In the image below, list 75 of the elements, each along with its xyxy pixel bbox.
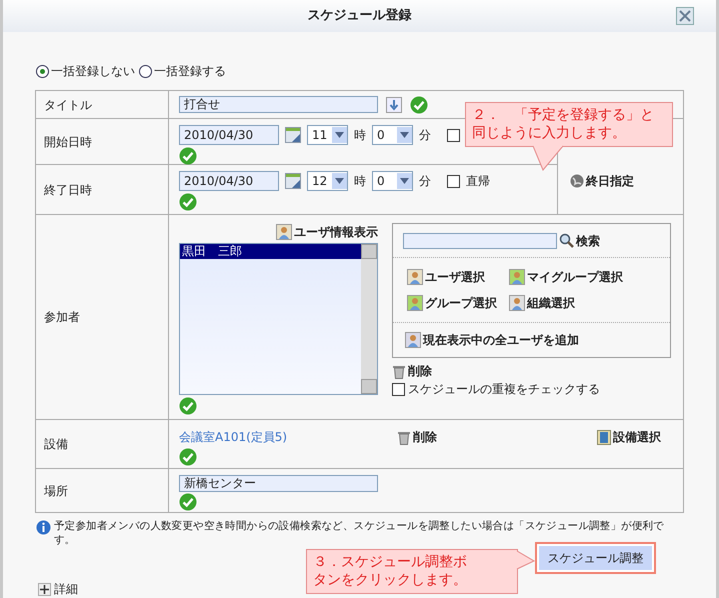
- date-field[interactable]: 2010/04/30: [179, 171, 279, 191]
- radio-button[interactable]: [36, 64, 49, 78]
- caret-icon: [400, 132, 409, 138]
- field-label: タイトル: [44, 96, 92, 114]
- check-icon: [410, 96, 428, 114]
- user-icon: [407, 295, 423, 311]
- window-title: スケジュール登録: [308, 7, 412, 26]
- title-field[interactable]: 打合せ: [179, 96, 378, 113]
- select-button[interactable]: 組織選択: [509, 294, 623, 312]
- callout-tail: [516, 551, 536, 571]
- minute-select[interactable]: 0: [372, 125, 413, 145]
- user-icon: [405, 332, 421, 348]
- minute-select[interactable]: 0: [372, 171, 413, 191]
- checkbox[interactable]: [447, 174, 460, 188]
- select-button[interactable]: ユーザ選択: [407, 268, 497, 286]
- all-day-button[interactable]: 終日指定: [570, 172, 634, 190]
- minute-label: 分: [419, 127, 431, 144]
- field-label: 場所: [44, 482, 68, 500]
- info-icon: [36, 520, 51, 535]
- add-all-users-button[interactable]: 現在表示中の全ユーザを追加: [405, 331, 579, 349]
- trash-icon: [397, 430, 411, 444]
- check-icon: [179, 147, 197, 165]
- search-field[interactable]: [403, 232, 557, 248]
- search-button[interactable]: 検索: [559, 232, 600, 250]
- hour-select[interactable]: 12: [307, 171, 348, 191]
- scrollbar[interactable]: [361, 244, 377, 394]
- callout: ２． 「予定を登録する」と 同じように入力します。: [465, 102, 673, 172]
- member-item[interactable]: 黒田 三郎: [180, 244, 361, 259]
- date-field[interactable]: 2010/04/30: [179, 125, 279, 145]
- calendar-icon[interactable]: [285, 173, 301, 189]
- user-info-button[interactable]: ユーザ情報表示: [276, 223, 378, 241]
- caret-icon: [400, 178, 409, 184]
- checkbox[interactable]: [392, 382, 405, 396]
- direct-return-label: 直帰: [466, 173, 490, 190]
- user-icon: [276, 224, 292, 240]
- hour-label: 時: [354, 173, 366, 190]
- delete-button[interactable]: 削除: [397, 428, 437, 446]
- user-icon: [509, 295, 525, 311]
- globe-icon: [570, 174, 584, 188]
- callout: ３．スケジュール調整ボ タンをクリックします。: [306, 549, 536, 594]
- field-label: 開始日時: [44, 134, 92, 150]
- place-field[interactable]: 新橋センター: [179, 475, 378, 492]
- hour-label: 時: [354, 127, 366, 144]
- radio-button[interactable]: [139, 64, 152, 78]
- user-icon: [509, 269, 525, 285]
- radio-label: 一括登録しない: [51, 63, 135, 80]
- field-label: 設備: [44, 436, 68, 453]
- checkbox-label: スケジュールの重複をチェックする: [408, 381, 600, 398]
- close-icon: [679, 10, 691, 22]
- equipment-select-button[interactable]: 設備選択: [597, 428, 661, 446]
- close-button[interactable]: [676, 7, 694, 25]
- caret-icon: [335, 132, 344, 138]
- door-icon: [597, 430, 611, 444]
- check-icon: [179, 397, 197, 415]
- equipment-link[interactable]: 会議室A101(定員5): [179, 428, 397, 446]
- check-icon: [179, 448, 197, 466]
- member-list[interactable]: 黒田 三郎: [179, 243, 378, 395]
- field-label: 参加者: [44, 309, 80, 326]
- check-icon: [179, 193, 197, 211]
- trash-icon: [392, 364, 406, 378]
- delete-button[interactable]: 削除: [392, 362, 432, 380]
- minute-label: 分: [419, 173, 431, 190]
- details-toggle[interactable]: 詳細: [38, 580, 78, 598]
- hour-select[interactable]: 11: [307, 125, 348, 145]
- plus-icon: [38, 582, 51, 596]
- checkbox[interactable]: [447, 128, 460, 142]
- caret-icon: [335, 178, 344, 184]
- select-button[interactable]: マイグループ選択: [509, 268, 623, 286]
- calendar-icon[interactable]: [285, 127, 301, 143]
- radio-label: 一括登録する: [154, 63, 226, 80]
- field-label: 終了日時: [44, 182, 92, 198]
- search-icon: [559, 233, 574, 248]
- user-icon: [407, 269, 423, 285]
- schedule-adjust-button[interactable]: スケジュール調整: [535, 542, 656, 574]
- select-button[interactable]: グループ選択: [407, 294, 497, 312]
